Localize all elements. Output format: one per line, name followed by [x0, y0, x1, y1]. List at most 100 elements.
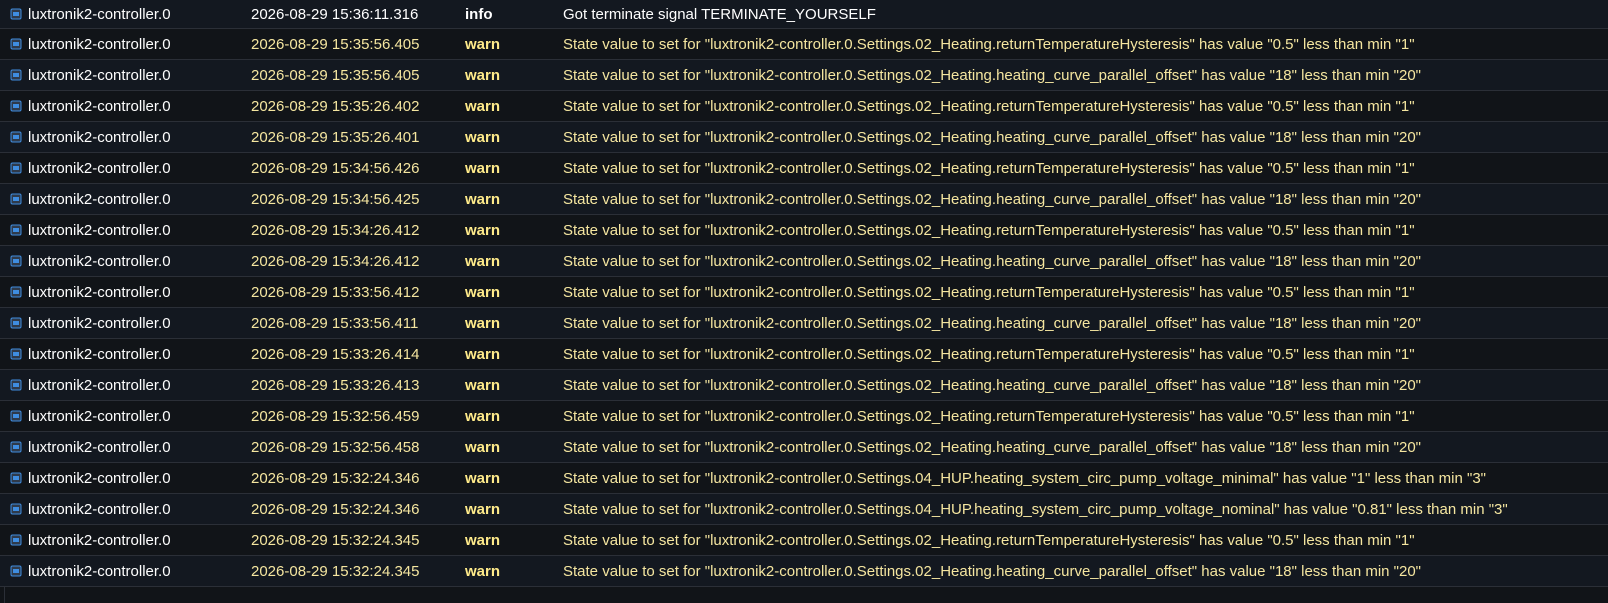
log-source: luxtronik2-controller.0: [28, 190, 171, 208]
log-source-cell: luxtronik2-controller.0: [0, 153, 236, 183]
log-level: warn: [465, 345, 501, 363]
log-row[interactable]: luxtronik2-controller.0 2026-08-29 15:32…: [0, 525, 1608, 556]
log-source-cell: luxtronik2-controller.0: [0, 463, 236, 493]
log-timestamp: 2026-08-29 15:34:26.412: [251, 252, 420, 270]
log-message: State value to set for "luxtronik2-contr…: [563, 531, 1415, 549]
log-timestamp: 2026-08-29 15:33:56.411: [251, 314, 419, 332]
log-source: luxtronik2-controller.0: [28, 531, 171, 549]
log-timestamp: 2026-08-29 15:35:56.405: [251, 35, 420, 53]
log-source: luxtronik2-controller.0: [28, 128, 171, 146]
log-message: State value to set for "luxtronik2-contr…: [563, 376, 1422, 394]
adapter-icon: [10, 317, 22, 329]
log-row[interactable]: luxtronik2-controller.0 2026-08-29 15:32…: [0, 494, 1608, 525]
log-source: luxtronik2-controller.0: [28, 159, 171, 177]
log-timestamp: 2026-08-29 15:34:56.426: [251, 159, 420, 177]
log-row[interactable]: luxtronik2-controller.0 2026-08-29 15:33…: [0, 308, 1608, 339]
log-row[interactable]: luxtronik2-controller.0 2026-08-29 15:33…: [0, 370, 1608, 401]
log-source: luxtronik2-controller.0: [28, 407, 171, 425]
log-level: warn: [465, 221, 501, 239]
log-source-cell: luxtronik2-controller.0: [0, 277, 236, 307]
log-row[interactable]: luxtronik2-controller.0 2026-08-29 15:32…: [0, 463, 1608, 494]
log-level: warn: [465, 252, 501, 270]
log-row[interactable]: luxtronik2-controller.0 2026-08-29 15:34…: [0, 153, 1608, 184]
log-message: State value to set for "luxtronik2-contr…: [563, 190, 1422, 208]
log-message: State value to set for "luxtronik2-contr…: [563, 283, 1415, 301]
log-row[interactable]: luxtronik2-controller.0 2026-08-29 15:32…: [0, 556, 1608, 587]
log-source: luxtronik2-controller.0: [28, 562, 171, 580]
log-source-cell: luxtronik2-controller.0: [0, 184, 236, 214]
log-row[interactable]: luxtronik2-controller.0 2026-08-29 15:35…: [0, 29, 1608, 60]
log-message: State value to set for "luxtronik2-contr…: [563, 159, 1415, 177]
log-message: State value to set for "luxtronik2-contr…: [563, 407, 1415, 425]
log-row[interactable]: luxtronik2-controller.0 2026-08-29 15:32…: [0, 401, 1608, 432]
log-source-cell: luxtronik2-controller.0: [0, 494, 236, 524]
log-timestamp: 2026-08-29 15:32:24.345: [251, 562, 420, 580]
adapter-icon: [10, 441, 22, 453]
log-message: State value to set for "luxtronik2-contr…: [563, 35, 1415, 53]
log-source: luxtronik2-controller.0: [28, 252, 171, 270]
log-source: luxtronik2-controller.0: [28, 221, 171, 239]
log-timestamp: 2026-08-29 15:34:26.412: [251, 221, 420, 239]
log-message: State value to set for "luxtronik2-contr…: [563, 221, 1415, 239]
log-source: luxtronik2-controller.0: [28, 345, 171, 363]
log-message: State value to set for "luxtronik2-contr…: [563, 500, 1508, 518]
log-timestamp: 2026-08-29 15:34:56.425: [251, 190, 420, 208]
adapter-icon: [10, 534, 22, 546]
log-source: luxtronik2-controller.0: [28, 66, 171, 84]
log-row[interactable]: luxtronik2-controller.0 2026-08-29 15:35…: [0, 122, 1608, 153]
log-message: Got terminate signal TERMINATE_YOURSELF: [563, 5, 876, 23]
log-level: warn: [465, 283, 501, 301]
log-source: luxtronik2-controller.0: [28, 35, 171, 53]
log-timestamp: 2026-08-29 15:32:56.459: [251, 407, 420, 425]
log-source-cell: luxtronik2-controller.0: [0, 339, 236, 369]
log-row[interactable]: luxtronik2-controller.0 2026-08-29 15:34…: [0, 215, 1608, 246]
log-level: warn: [465, 159, 501, 177]
log-row[interactable]: luxtronik2-controller.0 2026-08-29 15:33…: [0, 339, 1608, 370]
log-message: State value to set for "luxtronik2-contr…: [563, 252, 1422, 270]
log-row[interactable]: luxtronik2-controller.0 2026-08-29 15:34…: [0, 184, 1608, 215]
log-row[interactable]: luxtronik2-controller.0 2026-08-29 15:36…: [0, 0, 1608, 29]
log-source-cell: luxtronik2-controller.0: [0, 308, 236, 338]
log-message: State value to set for "luxtronik2-contr…: [563, 97, 1415, 115]
log-row[interactable]: luxtronik2-controller.0 2026-08-29 15:35…: [0, 91, 1608, 122]
adapter-icon: [10, 565, 22, 577]
log-timestamp: 2026-08-29 15:36:11.316: [251, 5, 419, 23]
log-source: luxtronik2-controller.0: [28, 500, 171, 518]
adapter-icon: [10, 8, 22, 20]
log-timestamp: 2026-08-29 15:33:26.413: [251, 376, 420, 394]
log-row[interactable]: luxtronik2-controller.0 2026-08-29 15:32…: [0, 432, 1608, 463]
log-row[interactable]: luxtronik2-controller.0 2026-08-29 15:33…: [0, 277, 1608, 308]
log-source: luxtronik2-controller.0: [28, 5, 171, 23]
log-level: warn: [465, 97, 501, 115]
adapter-icon: [10, 286, 22, 298]
log-source-cell: luxtronik2-controller.0: [0, 215, 236, 245]
log-level: warn: [465, 66, 501, 84]
log-source-cell: luxtronik2-controller.0: [0, 91, 236, 121]
log-source: luxtronik2-controller.0: [28, 283, 171, 301]
log-message: State value to set for "luxtronik2-contr…: [563, 66, 1422, 84]
log-message: State value to set for "luxtronik2-contr…: [563, 314, 1422, 332]
log-timestamp: 2026-08-29 15:33:56.412: [251, 283, 420, 301]
log-timestamp: 2026-08-29 15:33:26.414: [251, 345, 420, 363]
log-source-cell: luxtronik2-controller.0: [0, 246, 236, 276]
log-row[interactable]: luxtronik2-controller.0 2026-08-29 15:35…: [0, 60, 1608, 91]
log-level: warn: [465, 35, 501, 53]
log-source: luxtronik2-controller.0: [28, 438, 171, 456]
log-source: luxtronik2-controller.0: [28, 376, 171, 394]
log-message: State value to set for "luxtronik2-contr…: [563, 469, 1486, 487]
log-message: State value to set for "luxtronik2-contr…: [563, 562, 1422, 580]
adapter-icon: [10, 131, 22, 143]
adapter-icon: [10, 100, 22, 112]
adapter-icon: [10, 410, 22, 422]
log-timestamp: 2026-08-29 15:35:26.401: [251, 128, 420, 146]
adapter-icon: [10, 224, 22, 236]
log-source: luxtronik2-controller.0: [28, 314, 171, 332]
adapter-icon: [10, 348, 22, 360]
log-source-cell: luxtronik2-controller.0: [0, 370, 236, 400]
log-source: luxtronik2-controller.0: [28, 469, 171, 487]
log-level: warn: [465, 469, 501, 487]
log-source-cell: luxtronik2-controller.0: [0, 432, 236, 462]
log-timestamp: 2026-08-29 15:32:24.346: [251, 469, 420, 487]
log-timestamp: 2026-08-29 15:35:56.405: [251, 66, 420, 84]
log-row[interactable]: luxtronik2-controller.0 2026-08-29 15:34…: [0, 246, 1608, 277]
